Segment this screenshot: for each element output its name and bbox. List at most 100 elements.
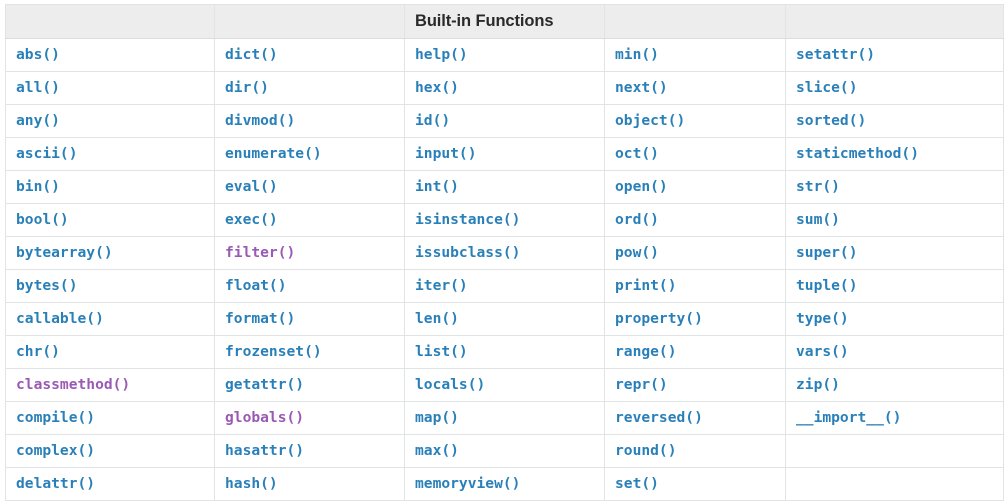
function-cell: list(): [404, 335, 605, 369]
function-cell: complex(): [5, 434, 215, 468]
function-cell: sorted(): [785, 104, 1004, 138]
function-link[interactable]: hash(): [225, 475, 278, 492]
function-link[interactable]: super(): [796, 244, 858, 261]
function-link[interactable]: bin(): [16, 178, 60, 195]
function-link[interactable]: round(): [615, 442, 677, 459]
function-link[interactable]: locals(): [415, 376, 485, 393]
function-cell: locals(): [404, 368, 605, 402]
function-link[interactable]: iter(): [415, 277, 468, 294]
function-link[interactable]: max(): [415, 442, 459, 459]
function-cell: callable(): [5, 302, 215, 336]
function-link[interactable]: id(): [415, 112, 450, 129]
function-link[interactable]: pow(): [615, 244, 659, 261]
builtin-functions-table: Built-in Functions abs() dict() help() min(…: [5, 4, 1004, 501]
function-cell: globals(): [214, 401, 405, 435]
function-cell: exec(): [214, 203, 405, 237]
function-link[interactable]: compile(): [16, 409, 95, 426]
function-cell: frozenset(): [214, 335, 405, 369]
function-link[interactable]: bytearray(): [16, 244, 113, 261]
function-link[interactable]: chr(): [16, 343, 60, 360]
function-cell: compile(): [5, 401, 215, 435]
function-link[interactable]: abs(): [16, 46, 60, 63]
table-row: callable() format() len() property() type(): [5, 302, 1004, 336]
function-link[interactable]: staticmethod(): [796, 145, 919, 162]
function-link[interactable]: len(): [415, 310, 459, 327]
function-link[interactable]: zip(): [796, 376, 840, 393]
function-link[interactable]: list(): [415, 343, 468, 360]
function-cell: slice(): [785, 71, 1004, 105]
table-row: chr() frozenset() list() range() vars(): [5, 335, 1004, 369]
function-link[interactable]: print(): [615, 277, 677, 294]
function-link[interactable]: dict(): [225, 46, 278, 63]
function-link[interactable]: exec(): [225, 211, 278, 228]
function-link[interactable]: globals(): [225, 409, 304, 426]
function-link[interactable]: reversed(): [615, 409, 703, 426]
function-cell: any(): [5, 104, 215, 138]
function-link[interactable]: help(): [415, 46, 468, 63]
function-cell: bytes(): [5, 269, 215, 303]
function-link[interactable]: input(): [415, 145, 477, 162]
function-link[interactable]: bytes(): [16, 277, 78, 294]
function-link[interactable]: delattr(): [16, 475, 95, 492]
function-link[interactable]: open(): [615, 178, 668, 195]
function-link[interactable]: format(): [225, 310, 295, 327]
function-link[interactable]: hex(): [415, 79, 459, 96]
function-link[interactable]: tuple(): [796, 277, 858, 294]
function-cell: format(): [214, 302, 405, 336]
function-link[interactable]: repr(): [615, 376, 668, 393]
function-link[interactable]: type(): [796, 310, 849, 327]
function-link[interactable]: ascii(): [16, 145, 78, 162]
function-link[interactable]: slice(): [796, 79, 858, 96]
empty-cell: [785, 467, 1004, 501]
function-link[interactable]: str(): [796, 178, 840, 195]
function-link[interactable]: complex(): [16, 442, 95, 459]
function-link[interactable]: any(): [16, 112, 60, 129]
table-row: bytes() float() iter() print() tuple(): [5, 269, 1004, 303]
function-link[interactable]: callable(): [16, 310, 104, 327]
function-link[interactable]: frozenset(): [225, 343, 322, 360]
function-link[interactable]: classmethod(): [16, 376, 130, 393]
function-link[interactable]: oct(): [615, 145, 659, 162]
function-link[interactable]: map(): [415, 409, 459, 426]
function-link[interactable]: issubclass(): [415, 244, 520, 261]
function-link[interactable]: divmod(): [225, 112, 295, 129]
function-link[interactable]: memoryview(): [415, 475, 520, 492]
function-link[interactable]: all(): [16, 79, 60, 96]
function-link[interactable]: __import__(): [796, 409, 901, 426]
function-link[interactable]: eval(): [225, 178, 278, 195]
table-row: complex() hasattr() max() round(): [5, 434, 1004, 468]
table-row: ascii() enumerate() input() oct() staticmeth…: [5, 137, 1004, 171]
function-link[interactable]: set(): [615, 475, 659, 492]
function-link[interactable]: next(): [615, 79, 668, 96]
function-link[interactable]: sorted(): [796, 112, 866, 129]
function-cell: memoryview(): [404, 467, 605, 501]
function-cell: hash(): [214, 467, 405, 501]
function-link[interactable]: setattr(): [796, 46, 875, 63]
function-cell: getattr(): [214, 368, 405, 402]
function-link[interactable]: filter(): [225, 244, 295, 261]
function-cell: zip(): [785, 368, 1004, 402]
function-link[interactable]: getattr(): [225, 376, 304, 393]
function-link[interactable]: isinstance(): [415, 211, 520, 228]
function-link[interactable]: vars(): [796, 343, 849, 360]
function-link[interactable]: range(): [615, 343, 677, 360]
function-link[interactable]: enumerate(): [225, 145, 322, 162]
function-link[interactable]: ord(): [615, 211, 659, 228]
function-cell: property(): [604, 302, 786, 336]
function-link[interactable]: int(): [415, 178, 459, 195]
table-row: bool() exec() isinstance() ord() sum(): [5, 203, 1004, 237]
function-cell: filter(): [214, 236, 405, 270]
function-link[interactable]: sum(): [796, 211, 840, 228]
function-link[interactable]: min(): [615, 46, 659, 63]
function-link[interactable]: property(): [615, 310, 703, 327]
function-link[interactable]: dir(): [225, 79, 269, 96]
function-link[interactable]: hasattr(): [225, 442, 304, 459]
function-link[interactable]: object(): [615, 112, 685, 129]
function-cell: staticmethod(): [785, 137, 1004, 171]
function-link[interactable]: bool(): [16, 211, 69, 228]
table-row: all() dir() hex() next() slice(): [5, 71, 1004, 105]
function-cell: __import__(): [785, 401, 1004, 435]
function-cell: max(): [404, 434, 605, 468]
function-link[interactable]: float(): [225, 277, 287, 294]
table-row: classmethod() getattr() locals() repr() zip(…: [5, 368, 1004, 402]
